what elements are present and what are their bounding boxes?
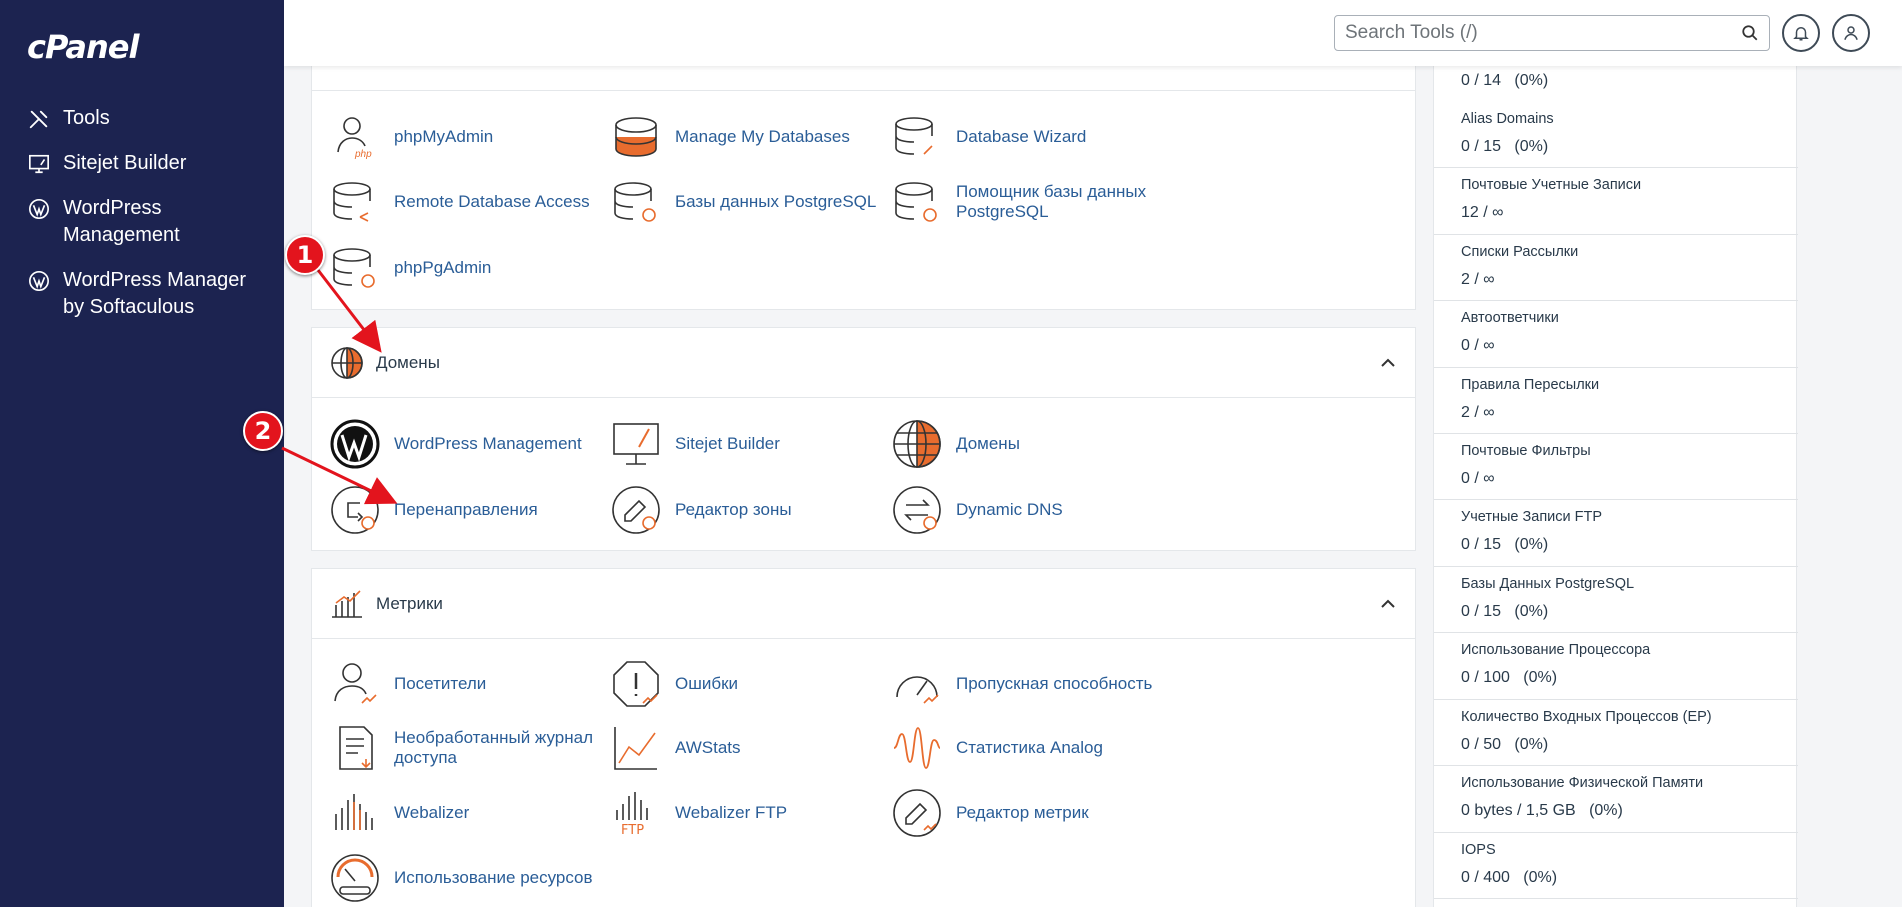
- raw-log-icon: [339, 726, 373, 770]
- webalizer-ftp-icon: FTP: [616, 792, 648, 838]
- bell-icon: [1793, 27, 1809, 41]
- phppgadmin-icon: [333, 248, 375, 288]
- sidebar-item-wordpress-softaculous[interactable]: WordPress Manager by Softaculous: [27, 267, 267, 321]
- stat-row: Количество Входных Процессов (EP) 0 / 50…: [1434, 700, 1798, 766]
- svg-text:php: php: [354, 149, 372, 160]
- analog-stats-link[interactable]: Статистика Analog: [892, 723, 1103, 773]
- domains-panel: Домены WordPress Management Sitejet Buil…: [311, 327, 1416, 551]
- sidebar-item-label: WordPress Management: [63, 197, 180, 246]
- postgresql-icon: [614, 182, 656, 222]
- zone-editor-icon: [612, 486, 660, 534]
- tools-icon: [27, 105, 51, 132]
- metrics-panel-header[interactable]: Метрики: [312, 569, 1415, 639]
- search-box: [1334, 15, 1770, 51]
- dynamic-dns-link[interactable]: Dynamic DNS: [892, 485, 1063, 535]
- metrics-editor-icon: [893, 789, 941, 837]
- resource-usage-icon: [331, 854, 379, 902]
- chevron-up-icon[interactable]: [1379, 354, 1397, 372]
- metrics-editor-link[interactable]: Редактор метрик: [892, 788, 1089, 838]
- globe-icon: [893, 420, 941, 468]
- gauge-icon: [896, 676, 939, 704]
- postgresql-wizard-link[interactable]: Помощник базы данных PostgreSQL: [892, 177, 1172, 227]
- redirect-icon: [331, 486, 379, 534]
- sidebar: cPanel Tools Sitejet Builder WordPress M…: [0, 0, 284, 907]
- sitejet-icon: [27, 150, 51, 177]
- database-wizard-link[interactable]: Database Wizard: [892, 112, 1086, 162]
- stat-row: Почтовые Фильтры 0 / ∞: [1434, 434, 1798, 500]
- dynamic-dns-icon: [893, 486, 941, 534]
- statistics-panel: 0 / 14 (0%) Alias Domains 0 / 15 (0%) По…: [1433, 0, 1798, 907]
- bandwidth-link[interactable]: Пропускная способность: [892, 659, 1152, 709]
- sidebar-item-sitejet[interactable]: Sitejet Builder: [27, 150, 186, 177]
- wordpress-management-link[interactable]: WordPress Management: [330, 419, 582, 469]
- domains-title: Домены: [376, 352, 440, 372]
- sitejet-builder-link[interactable]: Sitejet Builder: [611, 419, 780, 469]
- user-menu-button[interactable]: [1832, 14, 1870, 52]
- metrics-icon: [332, 589, 362, 618]
- raw-access-log-link[interactable]: Необработанный журнал доступа: [330, 723, 610, 773]
- phppgadmin-link[interactable]: phpPgAdmin: [330, 243, 491, 293]
- stat-row: Правила Пересылки 2 / ∞: [1434, 368, 1798, 434]
- stat-row: Почтовые Учетные Записи 12 / ∞: [1434, 168, 1798, 235]
- errors-link[interactable]: Ошибки: [611, 659, 738, 709]
- visitors-link[interactable]: Посетители: [330, 659, 486, 709]
- sidebar-item-label: Sitejet Builder: [63, 152, 187, 174]
- webalizer-icon: [335, 794, 373, 830]
- visitors-icon: [334, 663, 377, 704]
- stat-row: Использование Физической Памяти 0 bytes …: [1434, 766, 1798, 833]
- zone-editor-link[interactable]: Редактор зоны: [611, 485, 792, 535]
- domains-link[interactable]: Домены: [892, 419, 1020, 469]
- resource-usage-link[interactable]: Использование ресурсов: [330, 853, 593, 903]
- stat-row: Учетные Записи FTP 0 / 15 (0%): [1434, 500, 1798, 567]
- search-input[interactable]: [1345, 22, 1741, 44]
- sidebar-item-wordpress-management[interactable]: WordPress Management: [27, 195, 257, 249]
- stat-row: Списки Рассылки 2 / ∞: [1434, 235, 1798, 301]
- domains-panel-header[interactable]: Домены: [312, 328, 1415, 398]
- redirects-link[interactable]: Перенаправления: [330, 485, 538, 535]
- annotation-marker-1: 1: [285, 235, 325, 275]
- stat-row: Базы Данных PostgreSQL 0 / 15 (0%): [1434, 567, 1798, 633]
- search-icon[interactable]: [1741, 24, 1759, 42]
- analog-stats-icon: [893, 727, 941, 769]
- stat-row: Использование Процессора 0 / 100 (0%): [1434, 633, 1798, 700]
- metrics-title: Метрики: [376, 593, 443, 613]
- sidebar-item-label: Tools: [63, 107, 110, 129]
- sitejet-icon: [613, 423, 659, 465]
- webalizer-link[interactable]: Webalizer: [330, 788, 469, 838]
- postgresql-wizard-icon: [895, 182, 937, 222]
- metrics-panel: Метрики Посетители Ошибки Пропускная спо…: [311, 568, 1416, 907]
- errors-icon: [613, 661, 659, 707]
- database-wizard-icon: [895, 117, 933, 155]
- stat-row: Автоответчики 0 / ∞: [1434, 301, 1798, 368]
- database-icon: [615, 117, 657, 157]
- stat-row: IOPS 0 / 400 (0%): [1434, 833, 1798, 899]
- awstats-icon: [614, 727, 657, 770]
- wordpress-icon: [27, 267, 51, 294]
- webalizer-ftp-link[interactable]: FTP Webalizer FTP: [611, 788, 787, 838]
- globe-icon: [331, 346, 363, 379]
- remote-database-icon: [333, 182, 371, 222]
- sidebar-item-label: WordPress Manager by Softaculous: [63, 269, 247, 318]
- awstats-link[interactable]: AWStats: [611, 723, 741, 773]
- sidebar-item-tools[interactable]: Tools: [27, 105, 110, 132]
- phpmyadmin-link[interactable]: php phpMyAdmin: [330, 112, 493, 162]
- manage-databases-link[interactable]: Manage My Databases: [611, 112, 850, 162]
- annotation-marker-2: 2: [243, 411, 283, 451]
- stat-row: Alias Domains 0 / 15 (0%): [1434, 102, 1798, 168]
- remote-database-access-link[interactable]: Remote Database Access: [330, 177, 590, 227]
- postgresql-databases-link[interactable]: Базы данных PostgreSQL: [611, 177, 876, 227]
- svg-text:FTP: FTP: [621, 823, 644, 838]
- wordpress-icon: [330, 419, 380, 469]
- phpmyadmin-icon: php: [337, 117, 372, 160]
- wordpress-icon: [27, 195, 51, 222]
- chevron-up-icon[interactable]: [1379, 595, 1397, 613]
- cpanel-logo[interactable]: cPanel: [27, 28, 139, 66]
- notifications-button[interactable]: [1782, 14, 1820, 52]
- user-icon: [1844, 26, 1858, 40]
